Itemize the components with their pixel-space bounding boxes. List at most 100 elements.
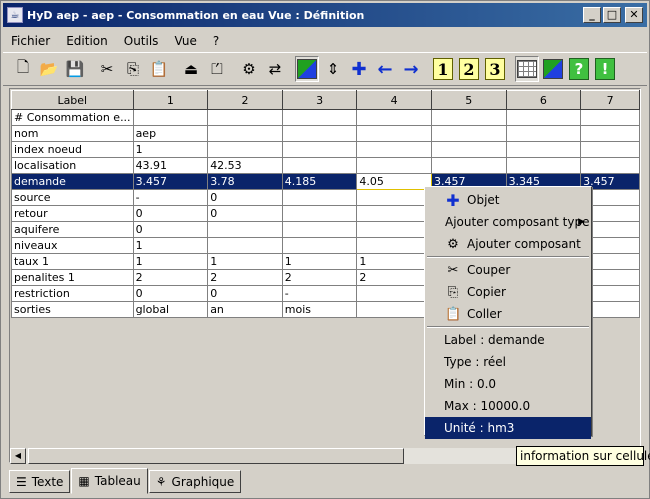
row-label-cell[interactable]: niveaux [11,237,134,254]
copy-icon[interactable]: ⎘ [121,56,145,82]
table-cell[interactable] [356,157,432,174]
color-view-icon[interactable] [541,56,565,82]
column-header-3[interactable]: 3 [281,90,358,110]
ctx-copier[interactable]: ⎘ Copier [425,281,591,303]
row-label-cell[interactable]: localisation [11,157,134,174]
row-label-cell[interactable]: penalites 1 [11,269,134,286]
table-cell[interactable]: 43.91 [132,157,209,174]
select-all-icon[interactable] [295,56,319,82]
row-label-cell[interactable]: source [11,189,134,206]
table-cell[interactable]: aep [132,125,209,142]
table-cell[interactable]: global [132,301,209,318]
ctx-info-unite[interactable]: Unité : hm3 [425,417,591,439]
number-3-icon[interactable]: 3 [483,56,507,82]
cut-icon[interactable]: ✂ [95,56,119,82]
row-label-cell[interactable]: taux 1 [11,253,134,270]
maximize-button[interactable]: □ [603,7,621,23]
number-1-icon[interactable]: 1 [431,56,455,82]
tab-graphique[interactable]: ⚘ Graphique [148,470,242,493]
close-button[interactable]: ✕ [625,7,643,23]
number-2-icon[interactable]: 2 [457,56,481,82]
table-cell[interactable] [281,189,358,206]
arrow-right-icon[interactable]: → [399,56,423,82]
table-cell[interactable]: mois [281,301,358,318]
table-cell[interactable] [356,125,432,142]
column-header-4[interactable]: 4 [356,90,432,110]
ctx-info-label[interactable]: Label : demande [425,329,591,351]
table-cell[interactable] [505,157,582,174]
help-icon[interactable]: ? [567,56,591,82]
ctx-ajouter-composant[interactable]: ⚙ Ajouter composant [425,233,591,255]
table-cell[interactable]: 0 [132,221,209,238]
row-label-cell[interactable]: nom [11,125,134,142]
table-cell[interactable] [281,221,358,238]
table-cell[interactable] [207,141,283,158]
ctx-info-type[interactable]: Type : réel [425,351,591,373]
ctx-info-max[interactable]: Max : 10000.0 [425,395,591,417]
table-cell[interactable]: 2 [356,269,432,286]
table-cell[interactable] [207,109,283,126]
table-cell[interactable]: 4.05 [356,173,432,190]
save-disk-icon[interactable]: 💾 [63,56,87,82]
table-cell[interactable] [207,125,283,142]
ctx-info-min[interactable]: Min : 0.0 [425,373,591,395]
menu-vue[interactable]: Vue [166,32,204,48]
table-cell[interactable] [356,301,432,318]
table-cell[interactable]: - [281,285,358,302]
table-cell[interactable] [356,189,432,206]
column-header-label[interactable]: Label [11,90,134,110]
table-cell[interactable]: 4.185 [281,173,358,190]
column-header-7[interactable]: 7 [580,90,640,110]
table-cell[interactable]: 0 [207,205,283,222]
table-cell[interactable] [430,109,507,126]
table-cell[interactable]: 3.78 [207,173,283,190]
table-cell[interactable]: 42.53 [207,157,283,174]
table-cell[interactable] [356,221,432,238]
table-cell[interactable] [281,237,358,254]
table-cell[interactable]: 0 [132,205,209,222]
table-cell[interactable]: 0 [207,189,283,206]
title-bar[interactable]: ☕ HyD aep - aep - Consommation en eau Vu… [3,3,647,27]
ctx-ajouter-composant-type[interactable]: Ajouter composant type ▶ [425,211,591,233]
table-cell[interactable]: 2 [207,269,283,286]
menu-help[interactable]: ? [205,32,227,48]
menu-edition[interactable]: Edition [58,32,116,48]
table-cell[interactable] [281,141,358,158]
open-folder-icon[interactable]: 📂 [37,56,61,82]
scroll-thumb[interactable] [28,448,404,464]
expand-icon[interactable]: ⇕ [321,56,345,82]
table-cell[interactable] [580,141,640,158]
table-cell[interactable]: 1 [132,253,209,270]
table-cell[interactable] [132,109,209,126]
table-cell[interactable] [281,125,358,142]
row-label-cell[interactable]: retour [11,205,134,222]
table-cell[interactable]: - [132,189,209,206]
row-label-cell[interactable]: index noeud [11,141,134,158]
network-icon[interactable]: ⇄ [263,56,287,82]
table-cell[interactable] [356,285,432,302]
new-file-icon[interactable]: 🗋 [11,56,35,82]
table-view-icon[interactable] [515,56,539,82]
table-cell[interactable] [430,157,507,174]
ctx-couper[interactable]: ✂ Couper [425,259,591,281]
tab-tableau[interactable]: ▦ Tableau [71,468,148,494]
table-cell[interactable] [505,109,582,126]
scroll-left-button[interactable]: ◀ [10,448,26,464]
tab-texte[interactable]: ☰ Texte [9,470,71,493]
paste-icon[interactable]: 📋 [147,56,171,82]
table-cell[interactable] [281,109,358,126]
table-cell[interactable] [580,157,640,174]
add-row-icon[interactable]: ⏏ [179,56,203,82]
row-label-cell[interactable]: sorties [11,301,134,318]
table-cell[interactable]: 0 [132,285,209,302]
add-component-icon[interactable]: ⚙ [237,56,261,82]
table-cell[interactable]: 0 [207,285,283,302]
table-cell[interactable]: 1 [132,141,209,158]
table-cell[interactable] [281,205,358,222]
table-cell[interactable] [356,141,432,158]
table-cell[interactable] [580,125,640,142]
table-cell[interactable] [430,125,507,142]
table-cell[interactable] [505,125,582,142]
table-cell[interactable]: 1 [281,253,358,270]
menu-outils[interactable]: Outils [116,32,167,48]
